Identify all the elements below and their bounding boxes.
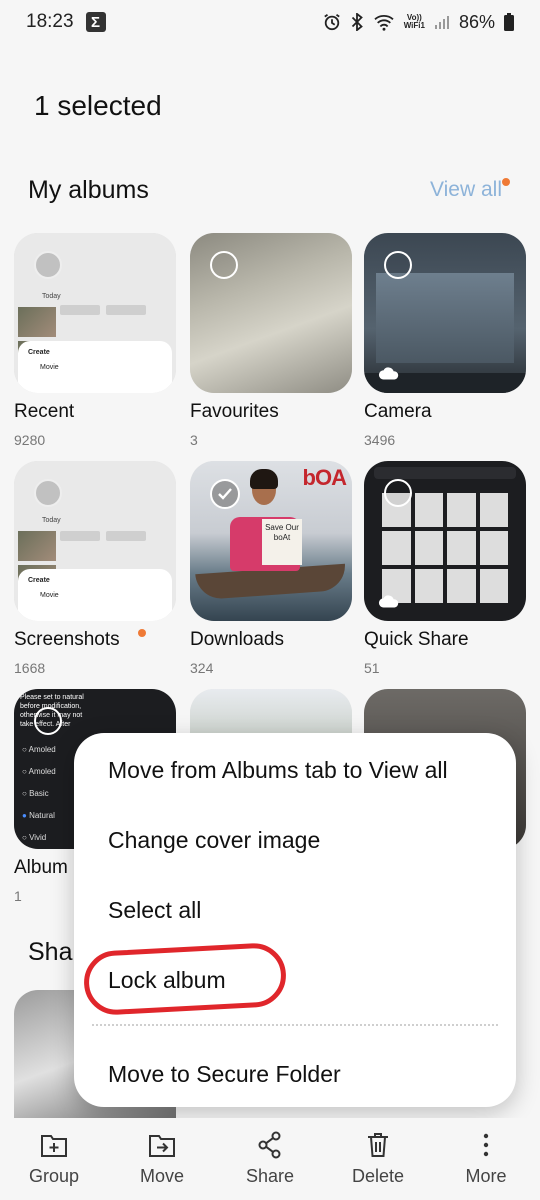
album-name: Album (14, 857, 68, 878)
album-favourites[interactable]: Favourites 3 (190, 233, 352, 448)
bluetooth-icon (351, 13, 363, 31)
album-count: 3496 (364, 432, 396, 448)
group-label: Group (28, 1166, 80, 1186)
delete-label: Delete (351, 1166, 405, 1186)
signal-icon (434, 16, 449, 29)
battery-icon (504, 13, 514, 31)
move-button[interactable]: Move (108, 1118, 216, 1200)
album-thumbnail (364, 233, 526, 393)
selection-count-title: 1 selected (34, 90, 162, 121)
album-context-menu: Move from Albums tab to View all Change … (74, 733, 516, 1107)
new-badge-dot (502, 178, 510, 186)
volte-wifi-indicator: Vo)) WiFi1 (403, 13, 425, 30)
select-circle[interactable] (34, 707, 62, 735)
select-circle[interactable] (384, 479, 412, 507)
select-circle[interactable] (384, 251, 412, 279)
view-all-link[interactable]: View all (430, 178, 502, 202)
select-circle[interactable] (34, 479, 62, 507)
lock-album-highlight-ring (82, 941, 288, 1017)
sigma-app-icon: Σ (85, 12, 106, 32)
alarm-icon (324, 14, 340, 31)
album-recent[interactable]: Today Create Movie Recent 9280 (14, 233, 176, 448)
cloud-icon (378, 367, 399, 380)
section-title: My albums (28, 176, 149, 204)
album-thumbnail: Today Create Movie (14, 461, 176, 621)
shared-albums-title: Sha (28, 938, 73, 966)
more-vertical-icon (483, 1133, 489, 1157)
album-thumbnail: Today Create Movie (14, 233, 176, 393)
menu-divider (92, 1024, 498, 1026)
share-button[interactable]: Share (216, 1118, 324, 1200)
album-name: Quick Share (364, 629, 469, 650)
battery-percent: 86% (458, 11, 495, 32)
album-count: 51 (364, 660, 380, 676)
album-quick-share[interactable]: Quick Share 51 (364, 461, 526, 676)
album-name: Favourites (190, 401, 279, 422)
album-thumbnail (190, 233, 352, 393)
group-add-icon (41, 1135, 67, 1157)
menu-move-to-view-all[interactable]: Move from Albums tab to View all (108, 757, 448, 784)
select-circle[interactable] (210, 251, 238, 279)
move-label: Move (139, 1166, 184, 1186)
album-downloads[interactable]: Save Our boAt bOA Downloads 324 (190, 461, 352, 676)
move-icon (149, 1135, 175, 1157)
album-count: 3 (190, 432, 198, 448)
delete-button[interactable]: Delete (324, 1118, 432, 1200)
selected-check[interactable] (210, 479, 240, 509)
cloud-icon (378, 595, 399, 608)
share-icon (258, 1131, 281, 1159)
checkmark-icon (218, 488, 232, 500)
more-button[interactable]: More (432, 1118, 540, 1200)
status-bar: 18:23 Σ Vo)) WiFi1 86% (0, 0, 540, 44)
album-name: Camera (364, 401, 432, 422)
album-count: 9280 (14, 432, 46, 448)
album-camera[interactable]: Camera 3496 (364, 233, 526, 448)
menu-move-to-secure-folder[interactable]: Move to Secure Folder (108, 1061, 341, 1088)
album-thumbnail (364, 461, 526, 621)
album-screenshots[interactable]: Today Create Movie Screenshots 1668 (14, 461, 176, 676)
poster-sign: Save Our boAt (262, 519, 302, 565)
group-button[interactable]: Group (0, 1118, 108, 1200)
more-label: More (465, 1166, 507, 1186)
new-badge-dot (138, 629, 146, 637)
my-albums-header: My albums View all (28, 172, 512, 212)
album-name: Recent (14, 401, 75, 422)
share-label: Share (245, 1166, 295, 1186)
album-count: 1668 (14, 660, 46, 676)
menu-change-cover-image[interactable]: Change cover image (108, 827, 320, 854)
album-name: Screenshots (14, 629, 120, 650)
cloud-icon (28, 595, 49, 608)
create-card: Create Movie (18, 341, 172, 393)
bottom-action-bar: Group Move Share Delete More (0, 1118, 540, 1200)
album-name: Downloads (190, 629, 284, 650)
status-time: 18:23 (26, 11, 74, 32)
album-count: 1 (14, 888, 22, 904)
wifi-icon (374, 15, 394, 31)
album-count: 324 (190, 660, 214, 676)
menu-select-all[interactable]: Select all (108, 897, 201, 924)
delete-icon (368, 1133, 388, 1157)
select-circle[interactable] (34, 251, 62, 279)
album-thumbnail: Save Our boAt bOA (190, 461, 352, 621)
